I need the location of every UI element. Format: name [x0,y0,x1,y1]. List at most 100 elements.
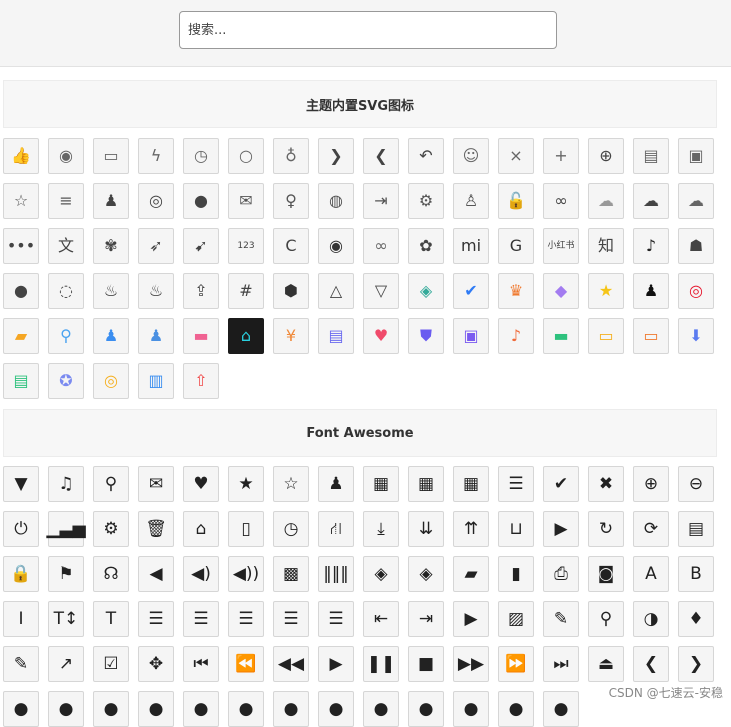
icon-cell-huawei[interactable]: ✿ [408,228,444,264]
icon-cell-music[interactable]: ♫ [48,466,84,502]
icon-cell-home[interactable]: ⌂ [183,511,219,547]
icon-cell-arrow-circle-up[interactable]: ⇈ [453,511,489,547]
icon-cell-volume-off[interactable]: ◀ [138,556,174,592]
icon-cell-brand-text[interactable]: 小红书 [543,228,579,264]
icon-cell-times[interactable]: ✖ [588,466,624,502]
icon-cell-tag[interactable]: ◈ [408,273,444,309]
icon-cell-font[interactable]: A [633,556,669,592]
icon-cell-fire[interactable]: ♨ [138,273,174,309]
icon-cell-tiktok[interactable]: ♪ [633,228,669,264]
icon-cell-comment[interactable]: ▭ [93,138,129,174]
icon-cell-flame[interactable]: ♨ [93,273,129,309]
icon-cell-outdent[interactable]: ⇤ [363,601,399,637]
icon-cell-picture[interactable]: ▨ [498,601,534,637]
icon-cell-dove[interactable]: ➹ [183,228,219,264]
icon-cell-circles[interactable]: ∞ [543,183,579,219]
icon-cell-align-right[interactable]: ☰ [228,601,264,637]
icon-cell-eye[interactable]: ◉ [48,138,84,174]
icon-cell-adjust[interactable]: ◑ [633,601,669,637]
icon-cell-plus-circle[interactable]: ⊕ [588,138,624,174]
icon-cell-clock[interactable]: ◷ [183,138,219,174]
icon-cell-unlock[interactable]: 🔓 [498,183,534,219]
icon-cell-film[interactable]: ▦ [363,466,399,502]
icon-cell-lock[interactable]: 🔒 [3,556,39,592]
icon-cell-g-logo[interactable]: G [498,228,534,264]
icon-cell-login[interactable]: ⇥ [363,183,399,219]
icon-cell-heart[interactable]: ♥ [183,466,219,502]
icon-cell-list-alt[interactable]: ▤ [678,511,714,547]
icon-cell-align-justify[interactable]: ☰ [273,601,309,637]
icon-cell-medal[interactable]: ✪ [48,363,84,399]
icon-cell-map-marker[interactable]: ⚲ [588,601,624,637]
icon-cell-cloud[interactable]: ☁ [588,183,624,219]
icon-cell-arrow-circle-down[interactable]: ⇊ [408,511,444,547]
icon-cell-bookmark[interactable]: ▮ [498,556,534,592]
icon-cell-th-large[interactable]: ▦ [408,466,444,502]
icon-cell-fast-backward[interactable]: ⏪ [228,646,264,682]
icon-cell-qq-color[interactable]: ♟ [633,273,669,309]
icon-cell-image-color[interactable]: ▰ [3,318,39,354]
icon-cell-text-height[interactable]: T↕ [48,601,84,637]
icon-cell-flag[interactable]: ⚑ [48,556,84,592]
icon-cell-clipboard[interactable]: ▤ [318,318,354,354]
icon-cell-reply[interactable]: ↶ [408,138,444,174]
icon-cell-camera[interactable]: ◙ [588,556,624,592]
icon-cell-step-forward[interactable]: ⏭ [543,646,579,682]
icon-cell-link[interactable]: ∞ [363,228,399,264]
icon-cell-partial-icon-9[interactable]: ● [363,691,399,727]
icon-cell-add-user[interactable]: ♙ [453,183,489,219]
icon-cell-shield[interactable]: ⛊ [408,318,444,354]
icon-cell-signal[interactable]: ▁▃▅ [46,511,86,547]
icon-cell-backward[interactable]: ◀◀ [273,646,309,682]
icon-cell-bilibili[interactable]: ☗ [678,228,714,264]
icon-cell-filter[interactable]: ▼ [3,466,39,502]
icon-cell-align-center[interactable]: ☰ [183,601,219,637]
icon-cell-user[interactable]: ♟ [318,466,354,502]
icon-cell-volume-down[interactable]: ◀) [183,556,219,592]
icon-cell-road[interactable]: ⛙ [318,511,354,547]
icon-cell-card-color[interactable]: ▭ [633,318,669,354]
icon-cell-mail[interactable]: ✉ [228,183,264,219]
icon-cell-qrcode[interactable]: ▩ [273,556,309,592]
icon-cell-user-color[interactable]: ♟ [138,318,174,354]
icon-cell-rocket[interactable]: ⇧ [183,363,219,399]
icon-cell-star-badge[interactable]: ★ [588,273,624,309]
icon-cell-video-camera[interactable]: ▶ [453,601,489,637]
icon-cell-pencil[interactable]: ✎ [543,601,579,637]
icon-cell-ring[interactable]: ◉ [318,228,354,264]
icon-cell-zoom-out[interactable]: ⊖ [678,466,714,502]
icon-cell-partial-icon-10[interactable]: ● [408,691,444,727]
icon-cell-wallet[interactable]: ▬ [543,318,579,354]
icon-cell-search[interactable]: ⚲ [93,466,129,502]
icon-cell-headphones[interactable]: ☊ [93,556,129,592]
icon-cell-chat-dots[interactable]: ◌ [48,273,84,309]
icon-cell-battery[interactable]: ▬ [183,318,219,354]
icon-cell-cog[interactable]: ⚙ [93,511,129,547]
icon-cell-list[interactable]: ☰ [318,601,354,637]
icon-cell-partial-icon-1[interactable]: ● [3,691,39,727]
icon-cell-zhihu[interactable]: 知 [588,228,624,264]
icon-cell-envelope[interactable]: ✉ [138,466,174,502]
icon-cell-document[interactable]: ▤ [633,138,669,174]
icon-cell-power-off[interactable]: ⏻ [3,511,39,547]
icon-cell-partial-icon-12[interactable]: ● [498,691,534,727]
icon-cell-tags[interactable]: ◈ [408,556,444,592]
icon-cell-partial-icon-5[interactable]: ● [183,691,219,727]
icon-cell-print[interactable]: ⎙ [543,556,579,592]
icon-cell-fast-forward[interactable]: ⏩ [498,646,534,682]
icon-cell-speech-bubble[interactable]: ● [3,273,39,309]
icon-cell-partial-icon-2[interactable]: ● [48,691,84,727]
icon-cell-partial-icon-11[interactable]: ● [453,691,489,727]
icon-cell-align-left[interactable]: ☰ [138,601,174,637]
icon-cell-partial-icon-8[interactable]: ● [318,691,354,727]
icon-cell-badge[interactable]: ♀ [273,183,309,219]
icon-cell-th-list[interactable]: ☰ [498,466,534,502]
icon-cell-coins[interactable]: ◎ [93,363,129,399]
icon-cell-diamond[interactable]: ◆ [543,273,579,309]
icon-cell-move[interactable]: ✥ [138,646,174,682]
icon-cell-counter[interactable]: 123 [228,228,264,264]
icon-cell-th[interactable]: ▦ [453,466,489,502]
icon-cell-download-box[interactable]: ⬇ [678,318,714,354]
icon-cell-trash[interactable]: 🗑 [138,511,174,547]
icon-cell-close[interactable]: × [498,138,534,174]
